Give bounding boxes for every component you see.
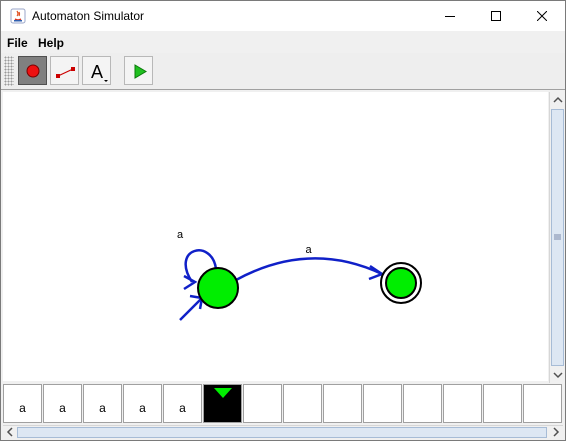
scroll-up-icon[interactable] bbox=[550, 92, 566, 108]
toolbar: A bbox=[1, 53, 565, 90]
window-title: Automaton Simulator bbox=[32, 9, 145, 23]
maximize-icon bbox=[491, 11, 501, 21]
tape-head-icon bbox=[214, 388, 232, 398]
maximize-button[interactable] bbox=[473, 1, 519, 31]
transition-label: a bbox=[177, 229, 184, 241]
menu-help[interactable]: Help bbox=[38, 36, 64, 50]
svg-text:A: A bbox=[91, 62, 103, 82]
close-button[interactable] bbox=[519, 1, 565, 31]
vertical-scrollbar[interactable] bbox=[549, 92, 565, 383]
menu-bar: File Help bbox=[1, 32, 565, 52]
tape-head-cell[interactable] bbox=[203, 384, 242, 423]
initial-arrow bbox=[179, 297, 203, 321]
tape-cell[interactable] bbox=[483, 384, 522, 423]
transition-arrowhead bbox=[183, 274, 198, 291]
application-window: Automaton Simulator File Help A a a a a … bbox=[0, 0, 566, 441]
tape-cell[interactable] bbox=[283, 384, 322, 423]
minimize-button[interactable] bbox=[427, 1, 473, 31]
add-transition-button[interactable] bbox=[50, 56, 79, 85]
tape-cell[interactable] bbox=[323, 384, 362, 423]
title-bar[interactable]: Automaton Simulator bbox=[1, 1, 565, 31]
horizontal-scroll-thumb[interactable] bbox=[17, 427, 547, 438]
transition-edge[interactable] bbox=[235, 257, 383, 282]
scroll-down-icon[interactable] bbox=[550, 367, 566, 383]
tape-cell[interactable] bbox=[443, 384, 482, 423]
vertical-scroll-thumb[interactable] bbox=[551, 109, 564, 366]
tape-cell[interactable] bbox=[403, 384, 442, 423]
add-state-button[interactable] bbox=[18, 56, 47, 85]
horizontal-scrollbar[interactable] bbox=[3, 425, 563, 440]
tape-cell[interactable]: a bbox=[83, 384, 122, 423]
state-circle-icon bbox=[26, 64, 40, 78]
tape-cell[interactable] bbox=[363, 384, 402, 423]
tape-cell[interactable]: a bbox=[3, 384, 42, 423]
grip-icon bbox=[554, 234, 561, 240]
java-app-icon bbox=[10, 8, 26, 24]
transition-arrowhead bbox=[368, 264, 385, 281]
automaton-canvas[interactable]: aa bbox=[3, 92, 548, 381]
tape-cell[interactable]: a bbox=[163, 384, 202, 423]
tape-cell[interactable]: a bbox=[123, 384, 162, 423]
tape-cell[interactable] bbox=[523, 384, 562, 423]
menu-file[interactable]: File bbox=[7, 36, 28, 50]
tape: aaaaa bbox=[3, 383, 563, 424]
scroll-right-icon[interactable] bbox=[549, 425, 565, 441]
tape-cell[interactable] bbox=[243, 384, 282, 423]
text-tool-icon: A bbox=[91, 62, 108, 82]
transition-label: a bbox=[306, 244, 313, 256]
state-q0[interactable] bbox=[197, 267, 239, 309]
automaton-graph[interactable]: aa bbox=[3, 92, 548, 381]
minimize-icon bbox=[445, 16, 455, 17]
close-icon bbox=[537, 11, 547, 21]
toolbar-grip[interactable] bbox=[4, 56, 14, 86]
accepting-state-q1[interactable] bbox=[385, 267, 417, 299]
text-tool-button[interactable]: A bbox=[82, 56, 111, 85]
transition-line-icon bbox=[56, 67, 75, 78]
run-button[interactable] bbox=[124, 56, 153, 85]
tape-cell[interactable]: a bbox=[43, 384, 82, 423]
play-icon bbox=[134, 64, 147, 79]
